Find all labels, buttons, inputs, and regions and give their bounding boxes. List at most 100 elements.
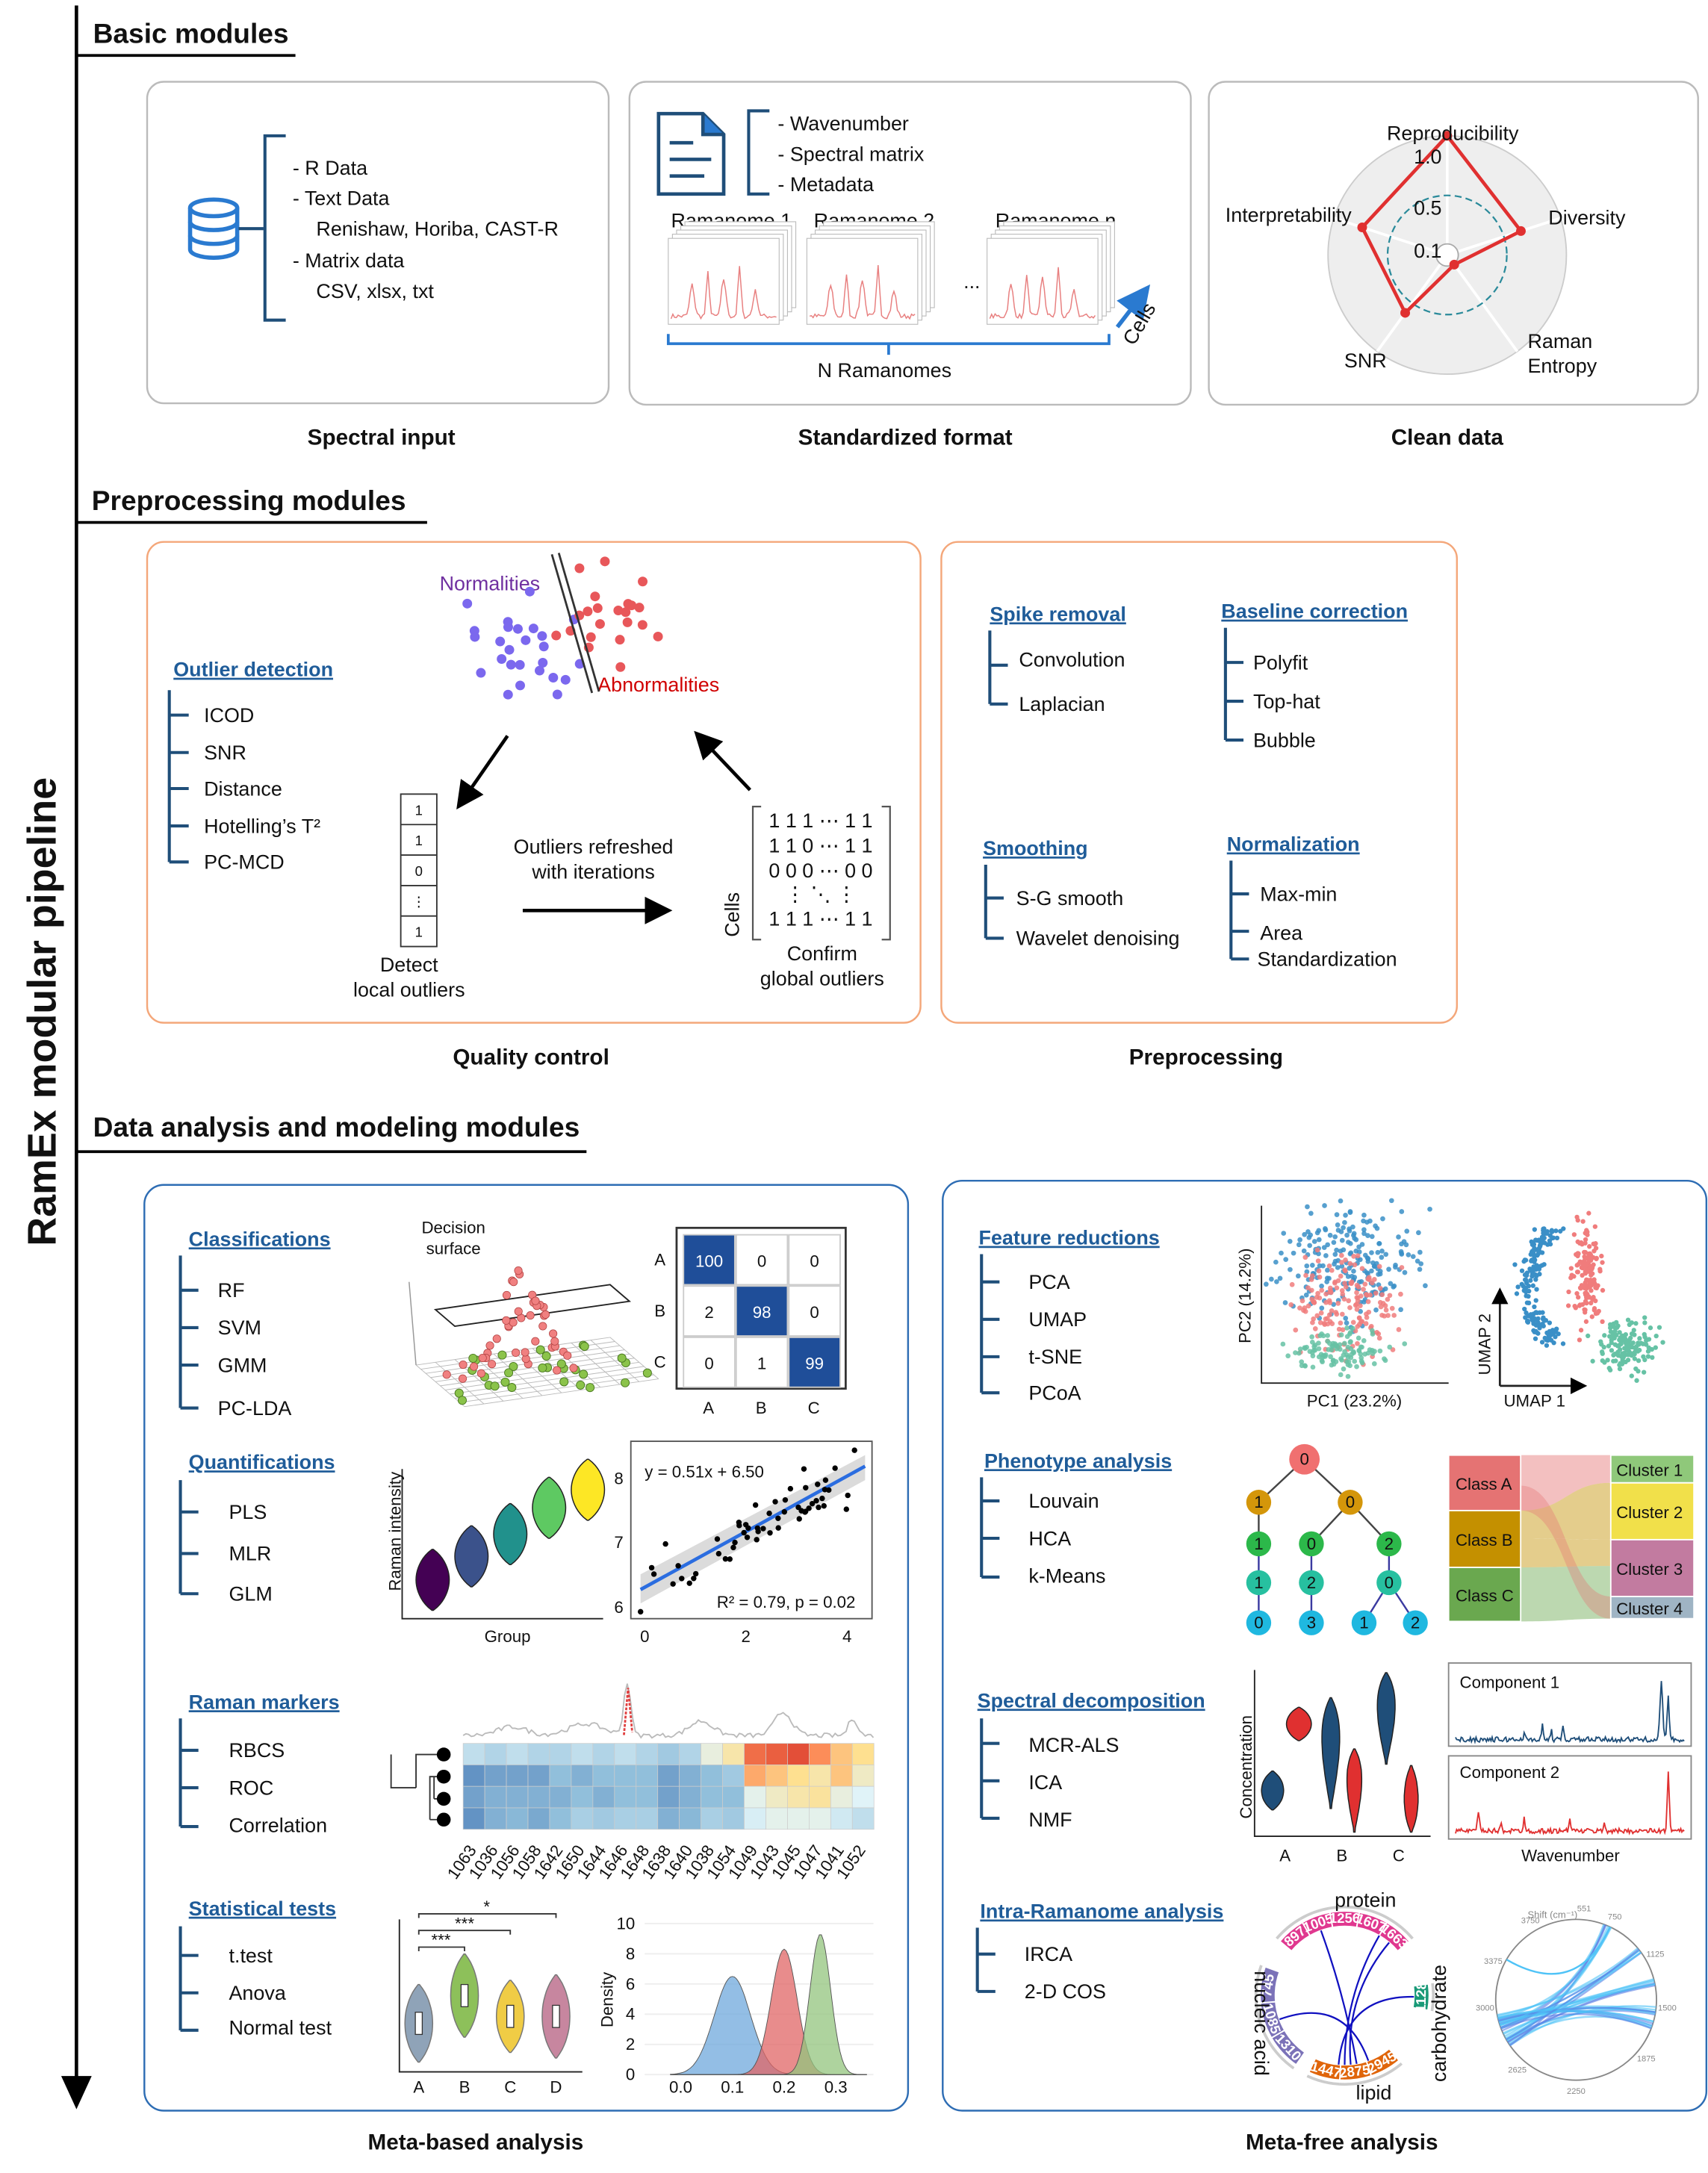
heatmap-cell (679, 1743, 701, 1765)
heatmap-cell (549, 1785, 572, 1809)
reg-xtick: 4 (842, 1627, 851, 1646)
abnormal-dot (637, 620, 648, 630)
boxplot (414, 2012, 423, 2036)
pca-point (1341, 1247, 1347, 1253)
field-spectral-matrix: - Spectral matrix (777, 143, 924, 165)
umap-point (1653, 1333, 1659, 1339)
dendrogram-leaf (436, 1812, 451, 1827)
fr-umap: UMAP (1028, 1308, 1087, 1331)
umap-point (1629, 1320, 1634, 1325)
umap-point (1645, 1354, 1651, 1359)
abnormalities-label: Abnormalities (597, 674, 719, 696)
cluster-label: Cluster 3 (1616, 1560, 1683, 1579)
chord-tick: 1500 (1658, 2003, 1677, 2012)
umap-point (1573, 1305, 1579, 1311)
umap-point (1571, 1232, 1577, 1237)
pca-point (1352, 1262, 1358, 1268)
abnormal-dot (583, 606, 593, 617)
abnormal-dot (586, 632, 596, 642)
pca-point (1305, 1204, 1310, 1210)
radar-axis-label: Diversity (1548, 207, 1626, 229)
regression-point (851, 1447, 857, 1453)
pca-point (1316, 1237, 1322, 1243)
umap-point (1580, 1265, 1586, 1271)
pca-point (1332, 1234, 1338, 1240)
significance-label: *** (455, 1914, 474, 1933)
violin-ylabel: Raman intensity (386, 1471, 405, 1591)
pca-point (1321, 1320, 1327, 1326)
heatmap-cell (657, 1785, 680, 1809)
pca-point (1367, 1218, 1373, 1224)
heatmap-cell (808, 1785, 831, 1809)
pca-point (1305, 1285, 1311, 1290)
pca-point (1347, 1226, 1352, 1232)
heatmap-cell (506, 1785, 529, 1809)
tree-node-label: 1 (1254, 1573, 1263, 1592)
pca-point (1355, 1335, 1361, 1341)
regression-point (813, 1498, 819, 1504)
umap-point (1532, 1304, 1537, 1310)
radar-tick: 0.1 (1414, 240, 1441, 262)
umap-point (1591, 1306, 1597, 1311)
heatmap-cell (830, 1785, 853, 1809)
umap-point (1575, 1269, 1580, 1275)
heatmap-cell (592, 1785, 615, 1809)
irca-circos-plot: 8971005125616071663112829452875144713101… (1250, 1889, 1450, 2104)
heatmap-cell (722, 1765, 745, 1787)
pca-point (1314, 1247, 1320, 1253)
pca-point (1344, 1320, 1350, 1325)
pca-point (1341, 1366, 1347, 1372)
radar-point (1449, 259, 1459, 270)
pca-point (1323, 1253, 1329, 1258)
green-point (580, 1342, 589, 1352)
red-point (563, 1351, 572, 1360)
umap-point (1650, 1355, 1655, 1361)
umap-point (1618, 1335, 1623, 1340)
pca-point (1309, 1334, 1314, 1340)
class-label: Class C (1456, 1586, 1514, 1605)
pca-point (1377, 1285, 1383, 1291)
pca-point (1376, 1240, 1382, 1246)
cluster-label: Cluster 4 (1616, 1600, 1683, 1618)
green-point (504, 1368, 514, 1378)
heatmap-cell (506, 1807, 529, 1830)
boxplot (552, 2004, 560, 2028)
confusion-matrix: 100 0 0 2 98 0 0 1 99 A A B B C C (654, 1226, 847, 1417)
circos-group-label: carbohydrate (1428, 1965, 1450, 2082)
umap-point (1648, 1325, 1653, 1331)
radar-point (1400, 308, 1411, 318)
red-point (538, 1322, 547, 1331)
pca-point (1344, 1334, 1350, 1340)
pca-point (1327, 1319, 1333, 1325)
heatmap-cell (484, 1807, 507, 1830)
pca-point (1319, 1283, 1324, 1289)
umap-point (1561, 1226, 1566, 1231)
pca-point (1334, 1212, 1340, 1217)
pca-point (1361, 1231, 1367, 1237)
local-label-1: Detect (380, 954, 438, 976)
umap-point (1547, 1328, 1552, 1334)
pca-point (1288, 1266, 1293, 1272)
input-matrix-data: - Matrix data (293, 249, 405, 272)
umap-point (1606, 1366, 1612, 1371)
sd-ica: ICA (1028, 1771, 1062, 1794)
umap-point (1585, 1269, 1591, 1274)
pca-point (1335, 1301, 1341, 1306)
heatmap-cell (614, 1807, 637, 1830)
pca-point (1291, 1250, 1296, 1256)
chord-tick: 1875 (1637, 2054, 1656, 2063)
regression-point (775, 1525, 781, 1531)
umap-point (1568, 1275, 1574, 1281)
ramanome-ellipsis: ... (963, 270, 980, 293)
pca-point (1398, 1291, 1403, 1297)
umap-point (1530, 1314, 1535, 1319)
pca-point (1339, 1287, 1345, 1293)
pca-point (1335, 1222, 1341, 1228)
pca-point (1302, 1255, 1308, 1260)
component-2-label: Component 2 (1460, 1763, 1560, 1782)
heatmap-cell (614, 1765, 637, 1787)
confusion-col-label: A (703, 1399, 714, 1417)
regression-point (795, 1504, 801, 1511)
pca-point (1319, 1358, 1325, 1364)
heatmap-cell (744, 1807, 766, 1830)
